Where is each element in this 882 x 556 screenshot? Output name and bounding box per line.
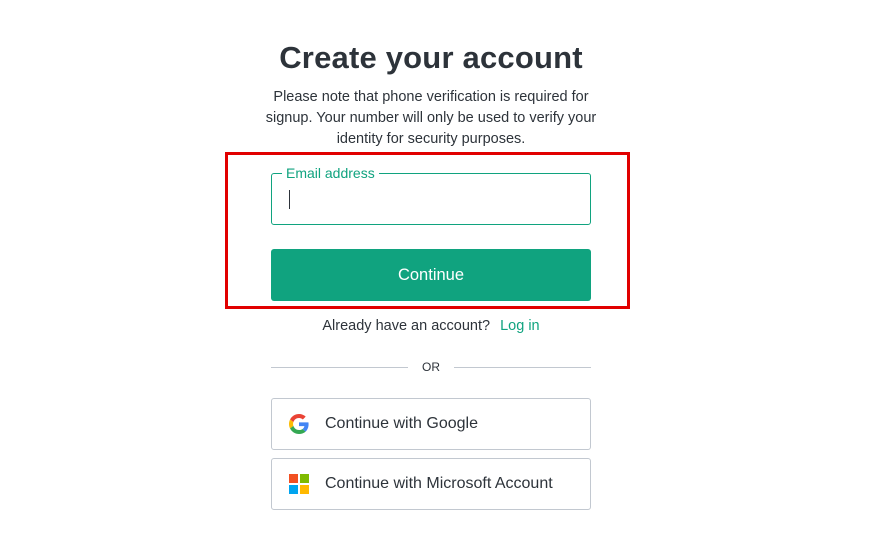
continue-button[interactable]: Continue <box>271 249 591 301</box>
divider-line-right <box>454 366 591 368</box>
email-field-wrapper: Email address <box>271 164 591 225</box>
microsoft-logo-icon <box>289 474 309 494</box>
text-caret <box>289 190 290 209</box>
divider-line-left <box>271 366 408 368</box>
login-prompt: Already have an account? <box>322 318 491 334</box>
login-link[interactable]: Log in <box>500 318 540 334</box>
microsoft-signin-button[interactable]: Continue with Microsoft Account <box>271 458 591 510</box>
or-divider: OR <box>271 358 591 376</box>
login-row: Already have an account? Log in <box>271 318 591 334</box>
page-title: Create your account <box>279 40 583 75</box>
google-signin-button[interactable]: Continue with Google <box>271 398 591 450</box>
email-field[interactable] <box>272 174 590 224</box>
google-logo-icon <box>289 414 309 434</box>
divider-label: OR <box>422 360 440 374</box>
microsoft-signin-label: Continue with Microsoft Account <box>325 475 553 492</box>
google-signin-label: Continue with Google <box>325 415 478 432</box>
page-subtitle: Please note that phone verification is r… <box>265 89 597 147</box>
